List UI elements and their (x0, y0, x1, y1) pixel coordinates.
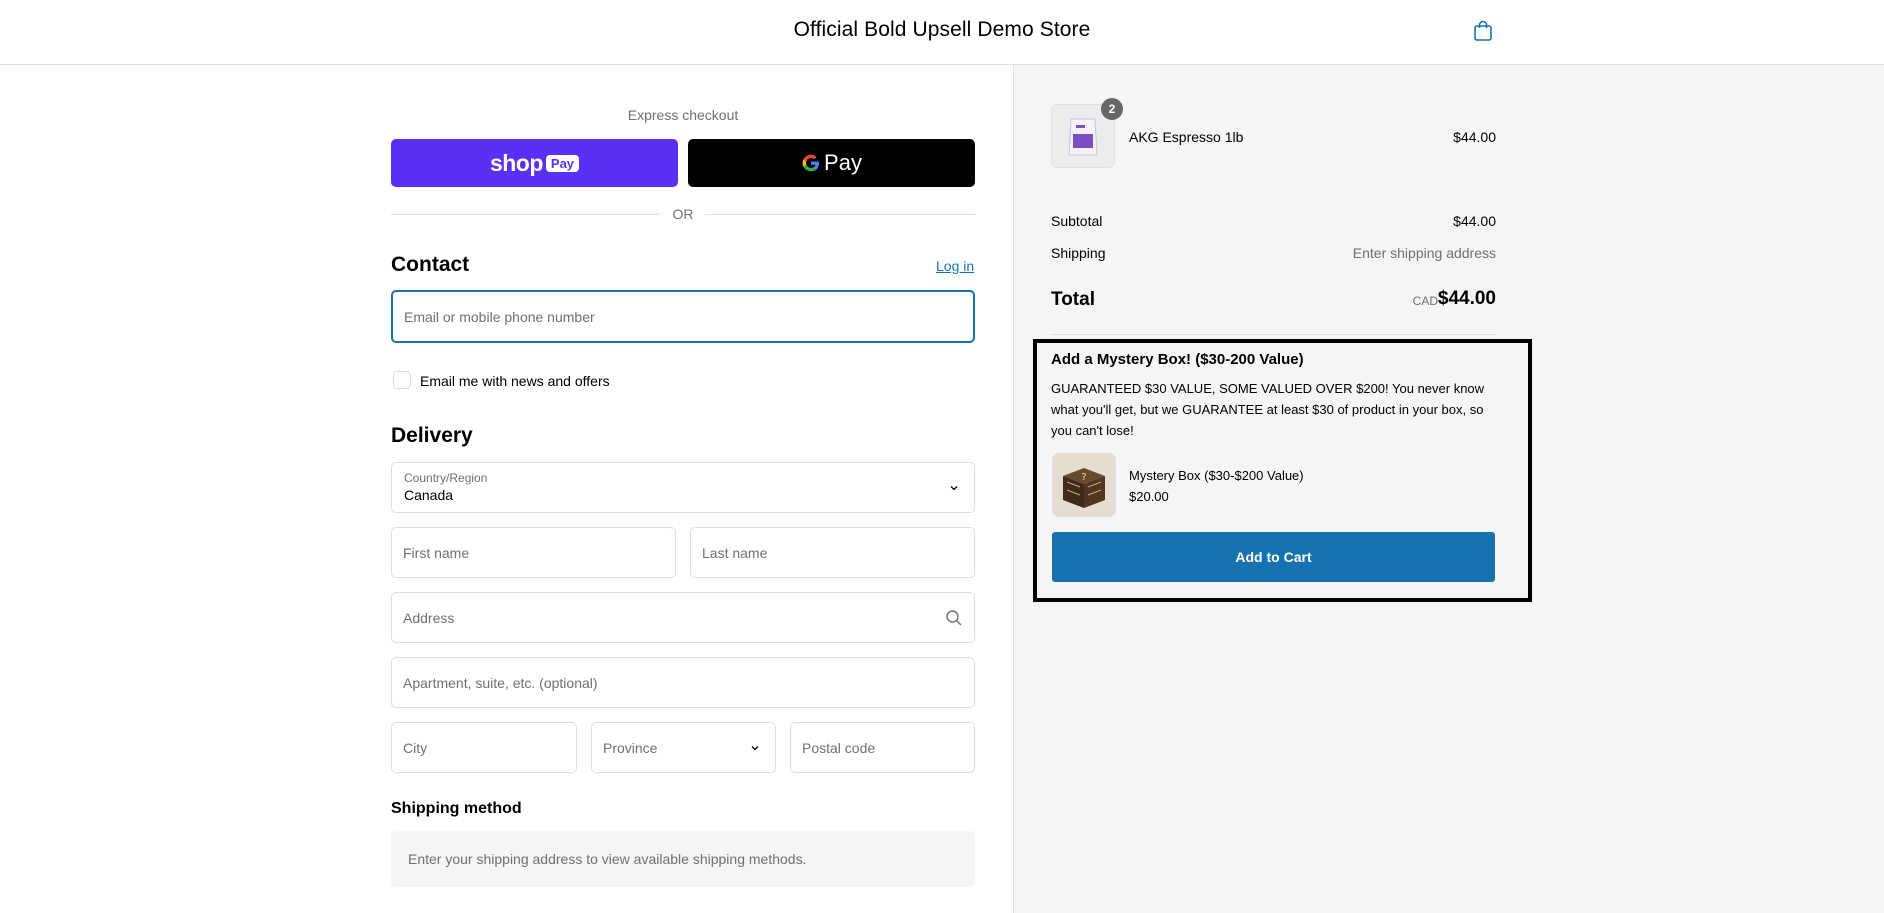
province-select[interactable]: Province (591, 722, 776, 773)
subtotal-value: $44.00 (1453, 213, 1496, 229)
first-name-field-wrapper (391, 527, 676, 578)
postal-code-field-wrapper (790, 722, 975, 773)
summary-divider (1051, 334, 1496, 335)
postal-code-input[interactable] (791, 723, 974, 772)
upsell-title: Add a Mystery Box! ($30-200 Value) (1051, 351, 1304, 368)
country-value: Canada (404, 487, 454, 503)
chevron-down-icon (751, 745, 759, 750)
store-title[interactable]: Official Bold Upsell Demo Store (0, 18, 1884, 42)
country-label: Country/Region (404, 471, 488, 485)
header: Official Bold Upsell Demo Store (0, 0, 1884, 65)
shop-pay-pill: Pay (545, 154, 580, 172)
total-value: $44.00 (1437, 288, 1496, 309)
google-pay-button[interactable]: Pay (688, 139, 975, 187)
shipping-label: Shipping (1051, 245, 1106, 261)
last-name-field-wrapper (690, 527, 975, 578)
shop-pay-wordmark: shop (489, 149, 543, 176)
news-offers-checkbox[interactable] (393, 371, 411, 389)
city-input[interactable] (392, 723, 576, 772)
total-label: Total (1051, 289, 1095, 310)
or-divider-text: OR (672, 206, 694, 222)
mystery-box-name: Mystery Box ($30-$200 Value) (1129, 468, 1304, 483)
shipping-method-heading: Shipping method (391, 800, 522, 817)
mystery-box-price: $20.00 (1129, 489, 1169, 504)
chevron-down-icon (950, 485, 958, 490)
delivery-heading: Delivery (391, 424, 473, 447)
email-field-wrapper (391, 290, 975, 343)
province-placeholder: Province (603, 739, 658, 756)
divider-left (391, 214, 660, 215)
address-field-wrapper (391, 592, 975, 643)
subtotal-label: Subtotal (1051, 213, 1103, 229)
add-to-cart-button[interactable]: Add to Cart (1052, 532, 1495, 582)
divider-right (706, 214, 975, 215)
shop-pay-button[interactable]: shop Pay (391, 139, 678, 187)
first-name-input[interactable] (392, 528, 675, 577)
google-g-icon (802, 154, 820, 172)
product-price: $44.00 (1453, 129, 1496, 145)
shipping-value: Enter shipping address (1352, 245, 1496, 261)
last-name-input[interactable] (691, 528, 974, 577)
address-input[interactable] (392, 593, 974, 642)
news-offers-label: Email me with news and offers (420, 373, 610, 389)
shipping-method-notice: Enter your shipping address to view avai… (391, 831, 975, 887)
svg-text:?: ? (1081, 472, 1086, 483)
mystery-box-thumbnail: ? (1052, 453, 1116, 517)
email-input[interactable] (393, 292, 973, 341)
log-in-link[interactable]: Log in (936, 258, 974, 274)
contact-heading: Contact (391, 253, 470, 276)
mystery-box-image: ? (1053, 454, 1115, 516)
search-icon (946, 609, 962, 625)
product-name: AKG Espresso 1lb (1129, 129, 1244, 145)
shopping-bag-icon[interactable] (1473, 20, 1493, 42)
upsell-description: GUARANTEED $30 VALUE, SOME VALUED OVER $… (1051, 381, 1485, 438)
country-select[interactable]: Country/Region Canada (391, 462, 975, 513)
apartment-field-wrapper (391, 657, 975, 708)
shipping-method-info: Enter your shipping address to view avai… (408, 851, 807, 867)
google-pay-label: Pay (824, 150, 862, 175)
quantity-badge: 2 (1101, 98, 1123, 120)
total-currency: CAD (1412, 294, 1438, 308)
express-checkout-label: Express checkout (627, 107, 739, 123)
apartment-input[interactable] (392, 658, 974, 707)
city-field-wrapper (391, 722, 577, 773)
